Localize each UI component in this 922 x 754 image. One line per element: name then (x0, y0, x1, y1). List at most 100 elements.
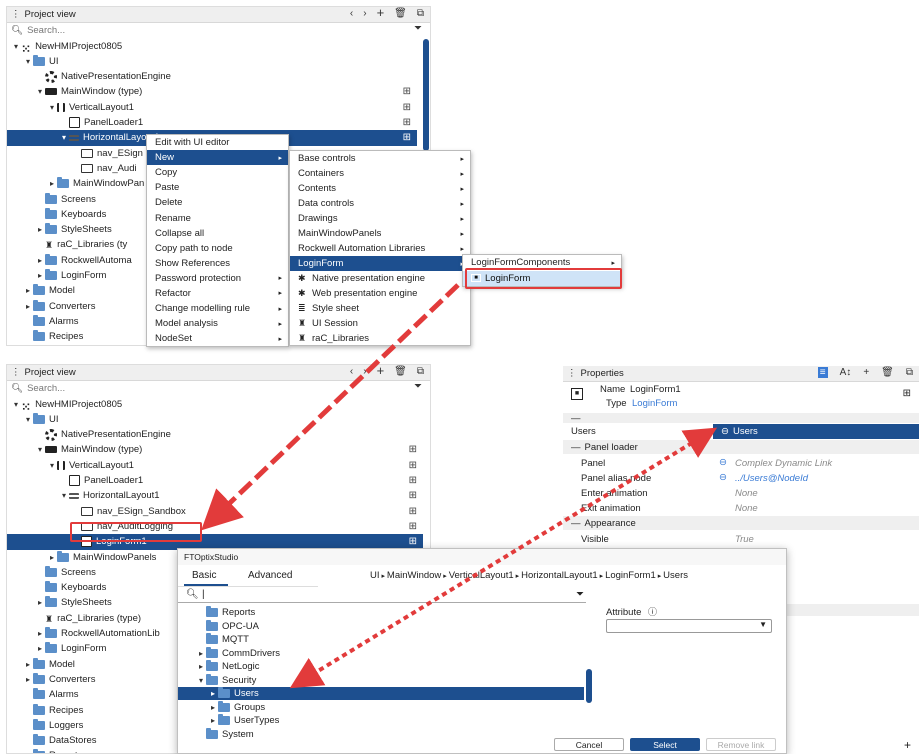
menu-item-rac-libraries[interactable]: ♜ raC_Libraries (290, 331, 470, 346)
tree-item-mqtt[interactable]: MQTT (178, 633, 584, 646)
menu-item-base-controls[interactable]: Base controls ▸ (290, 151, 470, 166)
tree-item-newhmiproject0805[interactable]: ▾ ⁙ NewHMIProject0805 (7, 396, 423, 414)
exit-animation-value[interactable]: None (735, 503, 758, 514)
menu-item-mainwindowpanels[interactable]: MainWindowPanels ▸ (290, 226, 470, 241)
filter-toggle-icon[interactable]: ≡ (817, 367, 828, 378)
expand-icon[interactable]: ▾ (47, 103, 57, 112)
edit-icon[interactable]: ⊞ (903, 388, 911, 399)
filter-icon[interactable]: ⏷ (576, 589, 584, 600)
delete-icon[interactable]: 🗑 (394, 8, 407, 20)
expand-icon[interactable]: ▾ (23, 415, 33, 424)
collapse-icon[interactable]: ▸ (35, 256, 45, 265)
type-value[interactable]: LoginForm (632, 398, 677, 409)
collapse-icon[interactable]: ▸ (35, 629, 45, 638)
menu-item-drawings[interactable]: Drawings ▸ (290, 211, 470, 226)
tree-item-ui[interactable]: ▾ UI (7, 411, 423, 427)
name-value[interactable]: LoginForm1 (630, 384, 681, 395)
search-bar[interactable]: 🔍︎ Search... ⏷ (7, 381, 430, 395)
drag-handle-icon[interactable]: ⋮ (11, 367, 21, 378)
menu-item-refactor[interactable]: Refactor ▸ (147, 286, 288, 301)
expand-icon[interactable]: ▾ (11, 42, 21, 51)
menu-item-paste[interactable]: Paste (147, 180, 288, 195)
tree-item-groups[interactable]: ▸ Groups (178, 700, 584, 714)
alias-value[interactable]: ../Users@NodeId (735, 473, 808, 484)
tree-item-nav-esign-sandbox[interactable]: nav_ESign_Sandbox ⊞ (7, 503, 423, 519)
menu-item-collapse-all[interactable]: Collapse all (147, 226, 288, 241)
edit-object-icon[interactable]: ⊞ (409, 536, 417, 547)
search-bar[interactable]: 🔍︎ Search... ⏷ (7, 23, 430, 37)
tree-item-security[interactable]: ▾ Security (178, 673, 584, 687)
menu-item-password-protection[interactable]: Password protection ▸ (147, 271, 288, 286)
tree-item-users[interactable]: ▸ Users (178, 687, 584, 700)
tab-advanced[interactable]: Advanced (248, 570, 292, 581)
edit-object-icon[interactable]: ⊞ (403, 102, 411, 113)
menu-item-web-presentation-engine[interactable]: ✱ Web presentation engine (290, 286, 470, 301)
collapse-icon[interactable]: ▸ (23, 302, 33, 311)
menu-item-containers[interactable]: Containers ▸ (290, 166, 470, 181)
menu-item-edit-with-ui-editor[interactable]: Edit with UI editor (147, 135, 288, 150)
scrollbar[interactable] (423, 39, 429, 151)
breadcrumb-item[interactable]: HorizontalLayout1 (521, 570, 598, 581)
menu-item-copy[interactable]: Copy (147, 165, 288, 180)
copy-icon[interactable]: ⧉ (417, 8, 424, 20)
tab-basic[interactable]: Basic (192, 570, 216, 581)
breadcrumb-item[interactable]: UI (370, 570, 380, 581)
edit-object-icon[interactable]: ⊞ (403, 86, 411, 97)
users-row[interactable]: Users ⊖ Users (563, 424, 919, 439)
drag-handle-icon[interactable]: ⋮ (11, 9, 21, 20)
menu-item-delete[interactable]: Delete (147, 195, 288, 210)
select-button[interactable]: Select (630, 738, 700, 751)
users-value-cell[interactable]: ⊖ Users (713, 424, 919, 439)
forward-icon[interactable]: › (363, 8, 366, 20)
collapse-icon[interactable]: ▸ (196, 649, 206, 658)
collapse-icon[interactable]: ▸ (47, 553, 57, 562)
collapse-icon[interactable]: ▸ (208, 716, 218, 725)
search-caret[interactable]: | (202, 589, 205, 600)
edit-object-icon[interactable]: ⊞ (409, 506, 417, 517)
edit-object-icon[interactable]: ⊞ (409, 460, 417, 471)
delete-icon[interactable]: 🗑 (881, 367, 894, 378)
attribute-select[interactable]: ▼ (606, 619, 772, 633)
collapse-icon[interactable]: ▸ (23, 286, 33, 295)
menu-item-change-modelling-rule[interactable]: Change modelling rule ▸ (147, 301, 288, 316)
copy-icon[interactable]: ⧉ (417, 366, 424, 378)
search-input[interactable]: Search... (27, 383, 65, 394)
breadcrumb-item[interactable]: LoginForm1 (605, 570, 656, 581)
drag-handle-icon[interactable]: ⋮ (567, 368, 577, 379)
collapse-icon[interactable]: ▸ (208, 689, 218, 698)
scrollbar[interactable] (586, 669, 592, 703)
tree-item-nativepresentationengine[interactable]: NativePresentationEngine (7, 69, 417, 85)
search-bar[interactable]: 🔍︎ | ⏷ (178, 589, 586, 603)
menu-item-nodeset[interactable]: NodeSet ▸ (147, 331, 288, 346)
remove-link-button[interactable]: Remove link (706, 738, 776, 751)
menu-item-rename[interactable]: Rename (147, 210, 288, 225)
tree-item-system[interactable]: System (178, 727, 584, 741)
menu-item-style-sheet[interactable]: ≣ Style sheet (290, 301, 470, 316)
tree-item-nativepresentationengine[interactable]: NativePresentationEngine (7, 427, 423, 443)
search-input[interactable]: Search... (27, 25, 65, 36)
menu-item-contents[interactable]: Contents ▸ (290, 181, 470, 196)
add-icon[interactable]: + (377, 7, 385, 20)
back-icon[interactable]: ‹ (350, 8, 353, 20)
add-icon[interactable]: + (377, 365, 385, 378)
tree-item-horizontallayout1[interactable]: ▾ HorizontalLayout1 ⊞ (7, 488, 423, 504)
panel-value[interactable]: Complex Dynamic Link (735, 458, 832, 469)
delete-icon[interactable]: 🗑 (394, 366, 407, 378)
menu-item-show-references[interactable]: Show References (147, 256, 288, 271)
expand-icon[interactable]: ▾ (11, 400, 21, 409)
tree-item-reports[interactable]: Reports (178, 606, 584, 619)
expand-icon[interactable]: ▾ (35, 445, 45, 454)
enter-animation-value[interactable]: None (735, 488, 758, 499)
breadcrumb-item[interactable]: MainWindow (387, 570, 441, 581)
tree-item-mainwindow-type[interactable]: ▾ MainWindow (type) ⊞ (7, 84, 417, 100)
collapse-icon[interactable]: ▸ (47, 179, 57, 188)
edit-object-icon[interactable]: ⊞ (409, 490, 417, 501)
collapse-icon[interactable]: ▸ (35, 644, 45, 653)
tree-item-panelloader1[interactable]: PanelLoader1 ⊞ (7, 115, 417, 131)
filter-icon[interactable]: ⏷ (414, 381, 422, 392)
add-icon[interactable]: + (904, 738, 911, 752)
edit-object-icon[interactable]: ⊞ (409, 521, 417, 532)
edit-object-icon[interactable]: ⊞ (409, 444, 417, 455)
tree-item-mainwindow-type[interactable]: ▾ MainWindow (type) ⊞ (7, 442, 423, 458)
tree-item-usertypes[interactable]: ▸ UserTypes (178, 714, 584, 727)
